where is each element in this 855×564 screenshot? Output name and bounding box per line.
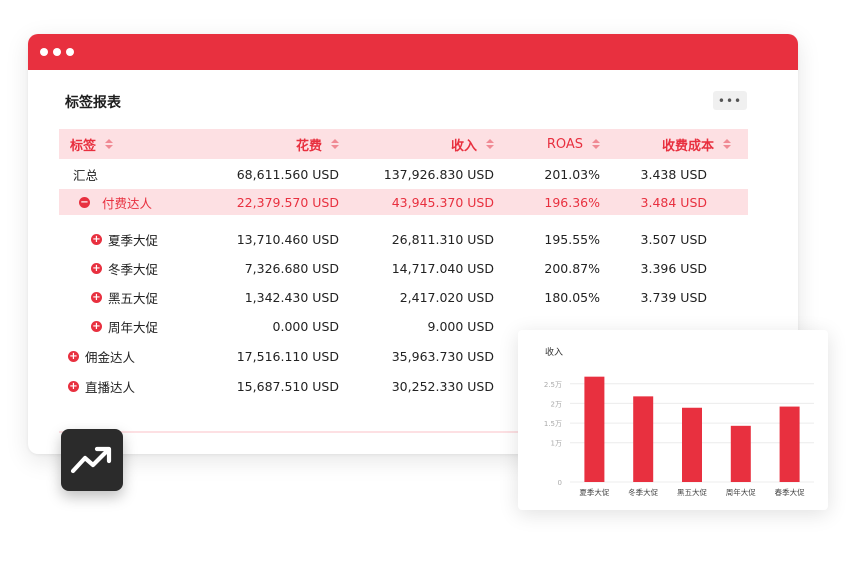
cell-revenue: 2,417.020 USD: [399, 290, 494, 305]
cell-roas: 195.55%: [544, 232, 600, 247]
table-row-summary: 汇总 68,611.560 USD 137,926.830 USD 201.03…: [59, 159, 748, 189]
row-label: 付费达人: [102, 195, 153, 211]
cell-spend: 13,710.460 USD: [236, 232, 339, 247]
window-dot[interactable]: [40, 48, 48, 56]
sort-icon[interactable]: [105, 139, 114, 149]
x-tick-label: 冬季大促: [628, 487, 658, 497]
cell-revenue: 9.000 USD: [427, 319, 494, 334]
cell-roas: 196.36%: [544, 194, 600, 210]
cell-cost: 3.438 USD: [640, 166, 707, 182]
table-row-child[interactable]: + 冬季大促 7,326.680 USD 14,717.040 USD 200.…: [59, 254, 748, 283]
expand-icon[interactable]: +: [68, 380, 79, 392]
bar: [682, 407, 702, 482]
cell-cost: 3.484 USD: [640, 194, 707, 210]
row-label: 周年大促: [108, 320, 159, 335]
cell-revenue: 137,926.830 USD: [383, 166, 494, 182]
row-label: 冬季大促: [108, 262, 159, 277]
x-tick-label: 黑五大促: [677, 487, 707, 497]
column-header-cost[interactable]: 收费成本: [600, 129, 731, 159]
cell-spend: 7,326.680 USD: [244, 261, 339, 276]
y-tick-label: 1万: [551, 440, 562, 448]
cell-cost: 3.739 USD: [640, 290, 707, 305]
trend-app-tile[interactable]: [61, 429, 123, 491]
y-tick-label: 2.5万: [544, 381, 562, 389]
title-bar: [28, 34, 798, 70]
y-tick-label: 0: [558, 479, 562, 487]
y-tick-label: 1.5万: [544, 420, 562, 428]
cell-roas: 200.87%: [544, 261, 600, 276]
cell-revenue: 35,963.730 USD: [391, 348, 494, 364]
cell-spend: 68,611.560 USD: [236, 166, 339, 182]
column-header-tag[interactable]: 标签: [59, 129, 179, 159]
x-tick-label: 周年大促: [726, 487, 756, 497]
sort-icon[interactable]: [723, 139, 731, 149]
table-header: 标签 花费 收入 ROAS 收费成本: [59, 129, 748, 159]
row-label: 汇总: [73, 167, 99, 183]
collapse-icon[interactable]: −: [79, 196, 90, 208]
window-dot[interactable]: [66, 48, 74, 56]
row-label: 直播达人: [85, 379, 136, 395]
bar: [730, 425, 751, 482]
row-label: 夏季大促: [108, 233, 159, 248]
row-label: 黑五大促: [108, 291, 159, 306]
cell-spend: 15,687.510 USD: [236, 378, 339, 394]
expand-icon[interactable]: +: [68, 350, 79, 362]
cell-spend: 0.000 USD: [272, 319, 339, 334]
cell-roas: 201.03%: [544, 166, 600, 182]
revenue-bar-chart: 收入 0 1万 1.5万 2万 2.5万夏季大促 冬季大促 黑五大促 周年大促 春季大促: [544, 346, 814, 497]
column-header-spend[interactable]: 花费: [179, 129, 339, 159]
page-title: 标签报表: [65, 95, 121, 111]
expand-icon[interactable]: +: [91, 292, 102, 303]
stage: 标签报表 ••• 标签 花费 收入 ROAS 收费成本 汇总 68,611.56…: [0, 0, 855, 564]
cell-spend: 1,342.430 USD: [244, 290, 339, 305]
cell-spend: 22,379.570 USD: [236, 194, 339, 210]
cell-revenue: 26,811.310 USD: [391, 232, 494, 247]
expand-icon[interactable]: +: [91, 321, 102, 332]
expand-icon[interactable]: +: [91, 263, 102, 274]
trending-up-icon: [70, 446, 112, 474]
window-dot[interactable]: [53, 48, 61, 56]
table-row-child[interactable]: + 黑五大促 1,342.430 USD 2,417.020 USD 180.0…: [59, 283, 748, 312]
cell-spend: 17,516.110 USD: [236, 348, 339, 364]
table-row-child[interactable]: + 夏季大促 13,710.460 USD 26,811.310 USD 195…: [59, 225, 748, 254]
row-label: 佣金达人: [85, 349, 136, 365]
chart-title: 收入: [545, 346, 563, 358]
table-row-group[interactable]: − 付费达人 22,379.570 USD 43,945.370 USD 196…: [59, 189, 748, 215]
expand-icon[interactable]: +: [91, 234, 102, 245]
revenue-chart-card: 收入 0 1万 1.5万 2万 2.5万夏季大促 冬季大促 黑五大促 周年大促 春季大促: [518, 330, 828, 510]
sort-icon[interactable]: [486, 139, 494, 149]
cell-revenue: 14,717.040 USD: [391, 261, 494, 276]
cell-roas: 180.05%: [544, 290, 600, 305]
more-options-button[interactable]: •••: [713, 91, 747, 110]
cell-revenue: 43,945.370 USD: [391, 194, 494, 210]
column-header-revenue[interactable]: 收入: [339, 129, 494, 159]
y-tick-label: 2万: [551, 400, 562, 408]
sort-icon[interactable]: [592, 139, 600, 149]
cell-cost: 3.396 USD: [640, 261, 707, 276]
bar: [633, 396, 654, 482]
x-tick-label: 春季大促: [775, 487, 805, 497]
sort-icon[interactable]: [331, 139, 339, 149]
cell-revenue: 30,252.330 USD: [391, 378, 494, 394]
bar: [584, 376, 605, 482]
cell-cost: 3.507 USD: [640, 232, 707, 247]
column-header-roas[interactable]: ROAS: [494, 129, 600, 159]
bar: [779, 406, 800, 482]
x-tick-label: 夏季大促: [579, 487, 609, 497]
